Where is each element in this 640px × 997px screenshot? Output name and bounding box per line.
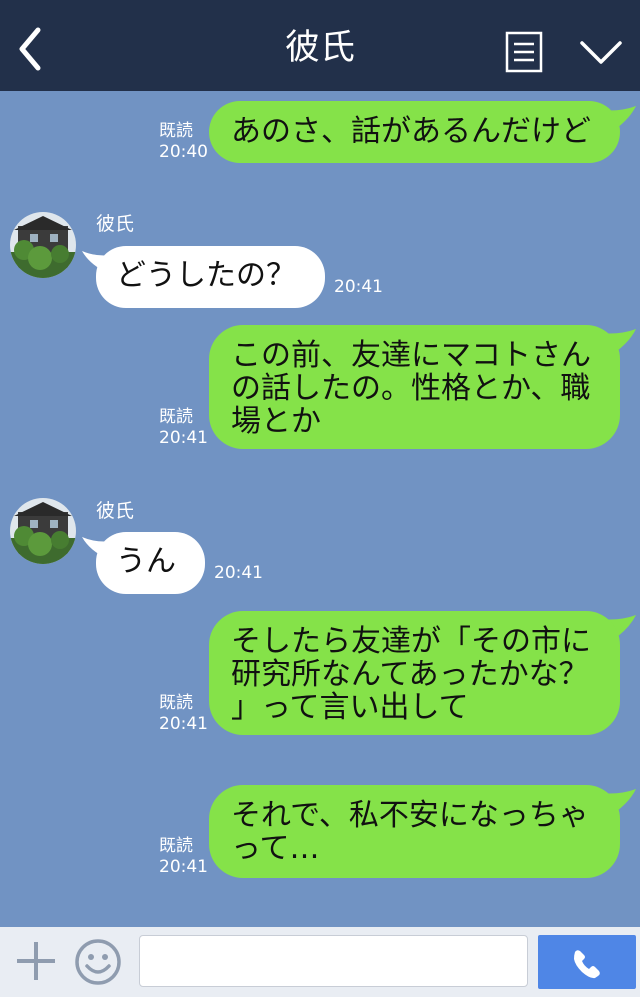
read-label: 既読: [159, 407, 193, 427]
add-attachment-button[interactable]: [14, 939, 58, 983]
message-bubble[interactable]: そしたら友達が「その市に 研究所なんてあったかな？ 」って言い出して: [209, 611, 620, 735]
message-text: あのさ、話があるんだけど: [231, 114, 591, 149]
message-line: 」って言い出して: [231, 690, 469, 725]
message-bubble[interactable]: うん: [96, 532, 205, 594]
avatar[interactable]: [10, 498, 76, 564]
read-status: 既読 20:41: [159, 407, 208, 449]
message-line: 場とか: [231, 404, 321, 439]
chevron-down-icon: [580, 41, 622, 64]
read-label: 既読: [159, 693, 193, 713]
read-label: 既読: [159, 836, 193, 856]
read-status: 既読 20:41: [159, 693, 208, 735]
message-time: 20:40: [159, 142, 208, 162]
message-line: って…: [231, 831, 320, 866]
collapse-button[interactable]: [576, 34, 626, 70]
message-time: 20:41: [159, 428, 208, 448]
read-status: 既読 20:40: [159, 121, 208, 163]
message-bubble[interactable]: それで、私不安になっちゃ って…: [209, 785, 620, 878]
message-line: 研究所なんてあったかな？: [231, 657, 589, 692]
phone-icon: [574, 950, 600, 979]
chat-header: 彼氏: [0, 0, 640, 91]
chevron-left-icon: [19, 27, 41, 71]
chat-area[interactable]: あのさ、話があるんだけど 既読 20:40 彼氏 どうしたの？ 20:41 この…: [0, 91, 640, 927]
message-time: 20:41: [334, 277, 383, 297]
sender-name: 彼氏: [96, 500, 135, 522]
menu-button[interactable]: [505, 31, 543, 73]
message-text: うん: [116, 544, 176, 579]
message-input[interactable]: [139, 935, 528, 987]
message-bubble[interactable]: この前、友達にマコトさん の話したの。性格とか、職 場とか: [209, 325, 620, 449]
input-bar: [0, 927, 640, 997]
message-time: 20:41: [159, 857, 208, 877]
back-button[interactable]: [8, 20, 52, 76]
message-text: どうしたの？: [116, 258, 296, 293]
message-line: の話したの。性格とか、職: [231, 371, 591, 406]
read-label: 既読: [159, 121, 193, 141]
message-bubble[interactable]: どうしたの？: [96, 246, 325, 308]
avatar[interactable]: [10, 212, 76, 278]
read-status: 既読 20:41: [159, 836, 208, 878]
message-bubble[interactable]: あのさ、話があるんだけど: [209, 101, 620, 163]
plus-icon: [17, 942, 55, 980]
call-button[interactable]: [538, 935, 636, 989]
message-line: それで、私不安になっちゃ: [231, 798, 589, 833]
emoji-button[interactable]: [74, 938, 122, 986]
message-line: そしたら友達が「その市に: [231, 624, 591, 659]
list-icon: [505, 31, 543, 73]
message-line: この前、友達にマコトさん: [231, 338, 591, 373]
chat-title: 彼氏: [284, 28, 355, 68]
message-time: 20:41: [159, 714, 208, 734]
message-time: 20:41: [214, 563, 263, 583]
avatar-photo-icon: [10, 212, 76, 278]
avatar-photo-icon: [10, 498, 76, 564]
smiley-icon: [75, 939, 121, 985]
sender-name: 彼氏: [96, 213, 135, 235]
